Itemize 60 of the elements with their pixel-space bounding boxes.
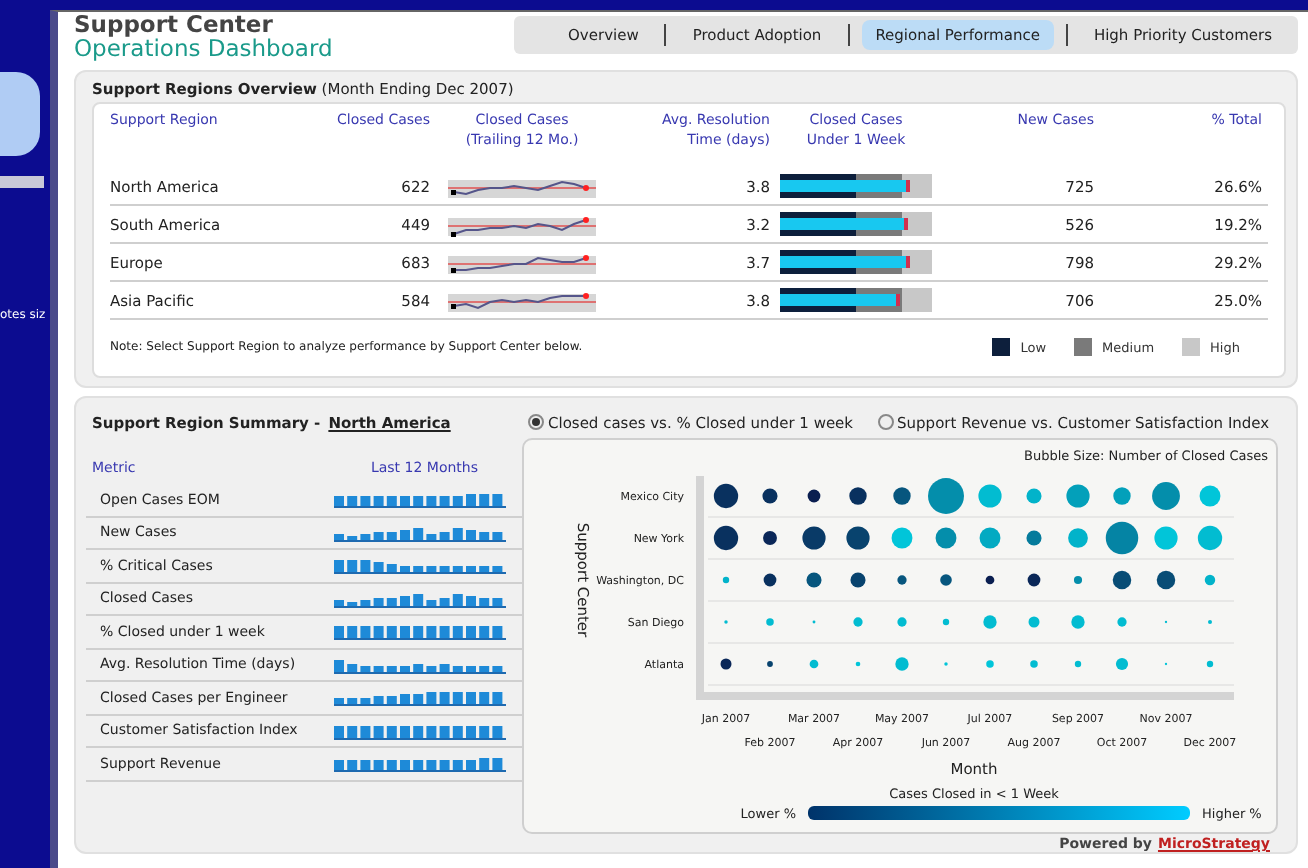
bubble xyxy=(891,527,913,549)
bubble xyxy=(1030,659,1038,668)
bubble xyxy=(853,617,863,627)
bubble xyxy=(1074,660,1082,667)
bubble xyxy=(1026,530,1042,546)
bubble xyxy=(1197,525,1223,550)
bubble xyxy=(1206,660,1214,667)
bubble xyxy=(1117,617,1127,627)
bubble xyxy=(806,572,822,588)
bubble xyxy=(1105,521,1139,554)
bubble xyxy=(855,661,861,667)
bubble xyxy=(986,659,994,668)
bubble xyxy=(849,487,867,505)
bubble xyxy=(807,489,821,503)
bubble xyxy=(1071,615,1085,629)
bubble xyxy=(893,487,911,505)
bubble xyxy=(1112,570,1132,589)
bubble xyxy=(1152,481,1180,510)
bubble xyxy=(1028,616,1040,628)
bubble xyxy=(766,617,774,626)
bubble xyxy=(846,526,870,550)
radio-button[interactable] xyxy=(528,414,544,431)
bubble xyxy=(1207,619,1213,624)
bubble xyxy=(1156,570,1176,589)
bubble xyxy=(935,527,957,549)
bubble xyxy=(983,615,997,629)
bubble xyxy=(720,658,732,670)
bubble xyxy=(1066,484,1090,508)
bubble xyxy=(979,527,1001,549)
radio-button[interactable] xyxy=(877,414,894,431)
bubble xyxy=(985,575,995,585)
bubble xyxy=(897,575,907,585)
bubble xyxy=(928,477,964,514)
bubble xyxy=(1154,526,1178,550)
bubble xyxy=(713,525,739,550)
bubble xyxy=(897,617,907,627)
app-subtitle: Operations Dashboard xyxy=(74,36,333,60)
backdrop-field xyxy=(0,176,44,188)
bubble xyxy=(1068,527,1088,548)
bubble xyxy=(1113,487,1131,505)
bubble xyxy=(802,526,826,550)
bubble xyxy=(722,576,730,583)
bubble xyxy=(767,660,773,667)
bubble xyxy=(1073,575,1083,584)
bubble xyxy=(1027,573,1041,587)
bubble xyxy=(850,572,866,588)
app-title: Support Center xyxy=(74,14,275,36)
bubble xyxy=(713,483,739,508)
bubble xyxy=(978,484,1002,508)
bubble xyxy=(809,659,819,669)
bubble xyxy=(895,657,909,671)
bubble xyxy=(762,488,778,504)
bubble xyxy=(940,573,952,586)
bubble xyxy=(1204,574,1216,585)
bubble xyxy=(763,573,777,587)
bubble xyxy=(1115,657,1129,670)
bubble xyxy=(763,530,777,545)
bubble xyxy=(942,618,950,625)
bubble xyxy=(1026,488,1042,504)
bubble xyxy=(1199,485,1221,507)
